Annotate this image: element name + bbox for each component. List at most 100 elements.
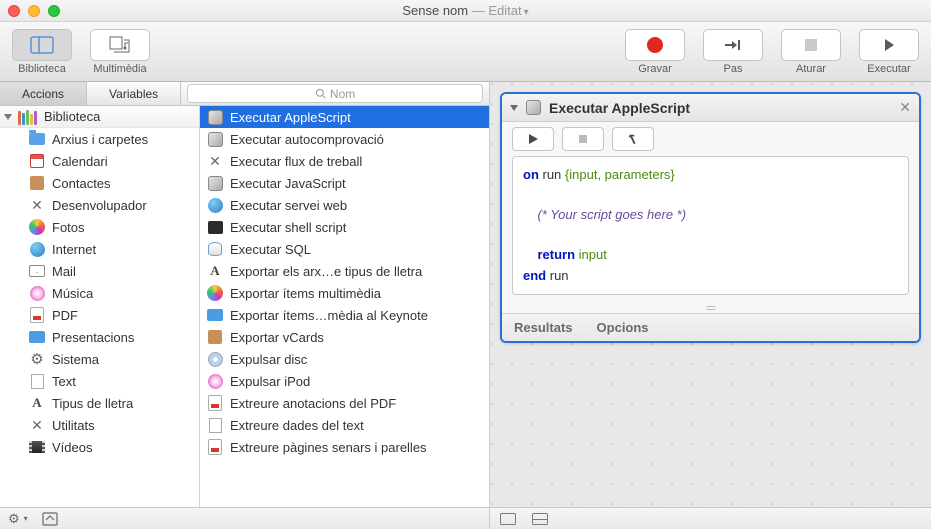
script-icon [206, 174, 224, 192]
db-icon [206, 240, 224, 258]
script-editor[interactable]: on run {input, parameters} (* Your scrip… [512, 156, 909, 295]
zoom-window-button[interactable] [48, 5, 60, 17]
action-item[interactable]: Expulsar disc [200, 348, 489, 370]
music-icon [206, 372, 224, 390]
library-item[interactable]: Arxius i carpetes [0, 128, 199, 150]
text-icon [28, 372, 46, 390]
stop-button[interactable] [781, 29, 841, 61]
library-toggle-button[interactable] [12, 29, 72, 61]
play-icon [882, 38, 896, 52]
library-header-row[interactable]: Biblioteca [0, 106, 199, 128]
workflow-footer [490, 507, 931, 529]
applescript-icon [526, 100, 541, 115]
expand-icon[interactable] [42, 512, 58, 526]
action-item[interactable]: Exportar ítems…mèdia al Keynote [200, 304, 489, 326]
library-item-label: Text [52, 374, 76, 389]
action-item[interactable]: ✕Executar flux de treball [200, 150, 489, 172]
gear-icon[interactable]: ⚙ [8, 511, 20, 527]
action-item[interactable]: Expulsar iPod [200, 370, 489, 392]
disclosure-triangle-icon[interactable] [4, 114, 12, 120]
action-item[interactable]: A Exportar els arx…e tipus de lletra [200, 260, 489, 282]
document-name: Sense nom [402, 3, 468, 18]
library-header-label: Biblioteca [44, 109, 100, 124]
action-item[interactable]: Extreure pàgines senars i parelles [200, 436, 489, 458]
library-item[interactable]: Calendari [0, 150, 199, 172]
chevron-down-icon[interactable]: ▾ [524, 7, 529, 18]
library-item[interactable]: Presentacions [0, 326, 199, 348]
library-item[interactable]: Música [0, 282, 199, 304]
action-item[interactable]: Executar AppleScript [200, 106, 489, 128]
contact-icon [206, 328, 224, 346]
library-item[interactable]: ✕Desenvolupador [0, 194, 199, 216]
library-item[interactable]: Contactes [0, 172, 199, 194]
library-item[interactable]: Internet [0, 238, 199, 260]
library-item[interactable]: ATipus de lletra [0, 392, 199, 414]
record-icon [647, 37, 663, 53]
mail-icon [28, 262, 46, 280]
stop-icon [577, 133, 589, 145]
action-item-label: Executar autocomprovació [230, 132, 384, 147]
traffic-lights [8, 5, 60, 17]
disclosure-triangle-icon[interactable] [510, 105, 518, 111]
action-card-header[interactable]: Executar AppleScript ✕ [502, 94, 919, 122]
action-item[interactable]: Executar servei web [200, 194, 489, 216]
script-compile-button[interactable] [612, 127, 654, 151]
action-item-label: Executar shell script [230, 220, 346, 235]
search-input[interactable]: Nom [187, 84, 483, 103]
record-button[interactable] [625, 29, 685, 61]
view-mode-split-icon[interactable] [532, 513, 548, 525]
resize-handle[interactable] [502, 303, 919, 313]
action-item[interactable]: Extreure anotacions del PDF [200, 392, 489, 414]
library-item[interactable]: PDF [0, 304, 199, 326]
music-icon [28, 284, 46, 302]
window-title: Sense nom — Editat▾ [0, 3, 931, 18]
gear-icon: ⚙ [28, 350, 46, 368]
chevron-down-icon[interactable]: ▾ [24, 514, 28, 523]
library-item[interactable]: Mail [0, 260, 199, 282]
library-item-label: Presentacions [52, 330, 134, 345]
view-mode-single-icon[interactable] [500, 513, 516, 525]
action-item-label: Exportar els arx…e tipus de lletra [230, 264, 422, 279]
pdf-icon [28, 306, 46, 324]
font-icon: A [206, 262, 224, 280]
action-item[interactable]: Executar JavaScript [200, 172, 489, 194]
library-item[interactable]: ⚙Sistema [0, 348, 199, 370]
script-stop-button[interactable] [562, 127, 604, 151]
photo-icon [206, 284, 224, 302]
action-item[interactable]: Executar SQL [200, 238, 489, 260]
action-item[interactable]: Exportar ítems multimèdia [200, 282, 489, 304]
stop-button-label: Aturar [796, 63, 826, 75]
results-tab[interactable]: Resultats [514, 320, 573, 335]
close-window-button[interactable] [8, 5, 20, 17]
action-item[interactable]: Exportar vCards [200, 326, 489, 348]
tab-variables[interactable]: Variables [87, 82, 181, 105]
font-icon: A [28, 394, 46, 412]
library-item-label: Internet [52, 242, 96, 257]
action-item-label: Expulsar iPod [230, 374, 310, 389]
minimize-window-button[interactable] [28, 5, 40, 17]
action-item[interactable]: Executar shell script [200, 216, 489, 238]
action-item-label: Expulsar disc [230, 352, 307, 367]
library-item[interactable]: Vídeos [0, 436, 199, 458]
photo-icon [28, 218, 46, 236]
library-icon [18, 109, 40, 125]
close-icon[interactable]: ✕ [899, 99, 911, 116]
hammer-icon [627, 133, 639, 145]
action-item[interactable]: Extreure dades del text [200, 414, 489, 436]
library-item[interactable]: ✕Utilitats [0, 414, 199, 436]
run-button[interactable] [859, 29, 919, 61]
util-icon: ✕ [206, 152, 224, 170]
options-tab[interactable]: Opcions [597, 320, 649, 335]
script-play-button[interactable] [512, 127, 554, 151]
keynote-icon [206, 306, 224, 324]
library-item[interactable]: Text [0, 370, 199, 392]
media-button[interactable] [90, 29, 150, 61]
workflow-canvas[interactable]: Executar AppleScript ✕ on run {input, pa… [490, 82, 931, 529]
action-item[interactable]: Executar autocomprovació [200, 128, 489, 150]
library-item-label: Mail [52, 264, 76, 279]
step-icon [723, 38, 743, 52]
step-button[interactable] [703, 29, 763, 61]
folder-icon [28, 130, 46, 148]
tab-actions[interactable]: Accions [0, 82, 87, 105]
library-item[interactable]: Fotos [0, 216, 199, 238]
